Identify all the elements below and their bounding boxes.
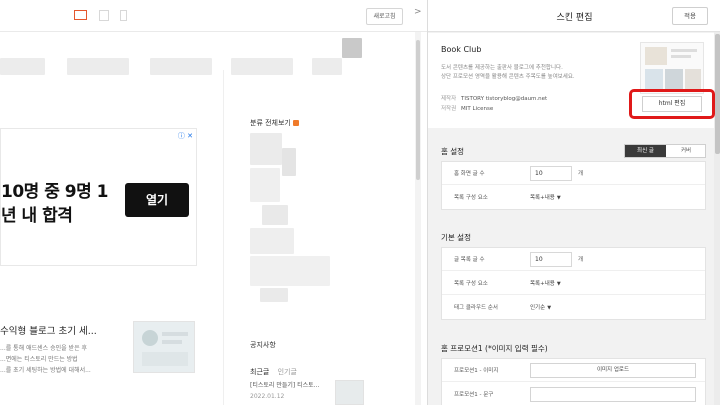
promo-text-input[interactable] (530, 387, 696, 402)
setting-label: 목록 구성 요소 (454, 281, 488, 287)
blurred-category (250, 256, 330, 286)
skin-description-line: 상단 프로모션 영역을 활용해 콘텐츠 주목도를 높여보세요. (441, 74, 575, 80)
article-thumbnail[interactable] (133, 321, 195, 373)
chevron-down-icon: ▼ (547, 305, 552, 311)
skin-name: Book Club (441, 45, 482, 54)
pc-view-icon[interactable] (74, 10, 87, 20)
blurred-nav-item (231, 58, 293, 75)
tablet-view-icon[interactable] (99, 10, 109, 21)
blurred-search-icon[interactable] (342, 38, 362, 58)
html-edit-highlight: html 편집 (629, 89, 715, 119)
skin-editor-panel: 스킨 편집 적용 Book Club 도서 콘텐츠를 제공하는 출판사 블로그에… (427, 0, 720, 405)
home-mode-toggle: 최신 글 커버 (624, 144, 706, 158)
home-settings-box: 홈 화면 글 수 10 개 목록 구성 요소 목록+내용 ▼ (441, 161, 706, 210)
article-title[interactable]: 수익형 블로그 초기 세... (0, 323, 97, 337)
apply-button[interactable]: 적용 (672, 7, 708, 25)
preview-scrollbar-thumb[interactable] (416, 40, 420, 180)
toggle-latest-posts[interactable]: 최신 글 (625, 145, 666, 157)
setting-row: 목록 구성 요소 목록+내용 ▼ (442, 186, 705, 209)
skin-thumbnail (640, 42, 704, 94)
setting-label: 홈 화면 글 수 (454, 171, 485, 177)
license-key: 저작권 (441, 106, 457, 112)
notice-heading[interactable]: 공지사항 (250, 340, 276, 350)
blurred-category (260, 288, 288, 302)
tab-popular-posts[interactable]: 인기글 (278, 368, 297, 376)
sidebar-divider (223, 70, 224, 405)
promo-settings-box: 프로모션1 - 이미지 이미지 업로드 프로모션1 - 문구 (441, 358, 706, 405)
basic-settings-title: 기본 설정 (441, 233, 471, 242)
tag-cloud-order-select[interactable]: 인기순 ▼ (530, 303, 551, 311)
unit-label: 개 (578, 171, 584, 177)
ad-headline: 10명 중 9명 1 (1, 182, 109, 202)
select-value: 목록+내용 (530, 281, 555, 287)
setting-row: 프로모션1 - 문구 (442, 383, 705, 405)
skin-description: 도서 콘텐츠를 제공하는 출판사 블로그에 추천합니다. 상단 프로모션 영역을… (441, 64, 575, 82)
setting-row: 글 목록 글 수 10 개 (442, 248, 705, 271)
blurred-category (282, 148, 296, 176)
promo-settings-title: 홈 프로모션1 (*이미지 입력 필수) (441, 344, 548, 353)
refresh-button[interactable]: 새로고침 (366, 8, 403, 25)
maker-key: 제작자 (441, 96, 457, 102)
new-badge-icon (292, 119, 299, 126)
setting-row: 태그 클라우드 순서 인기순 ▼ (442, 296, 705, 319)
setting-row: 목록 구성 요소 목록+내용 ▼ (442, 272, 705, 295)
setting-label: 프로모션1 - 이미지 (454, 368, 499, 374)
html-edit-button[interactable]: html 편집 (642, 96, 702, 112)
home-post-count-input[interactable]: 10 (530, 166, 572, 181)
editor-header: 스킨 편집 적용 (428, 0, 720, 32)
list-elements-select[interactable]: 목록+내용 ▼ (530, 279, 561, 287)
ad-choices-icon[interactable]: ⓘ ✕ (178, 131, 193, 141)
list-elements-select[interactable]: 목록+내용 ▼ (530, 193, 561, 201)
collapse-panel-icon[interactable]: > (414, 7, 422, 17)
category-heading[interactable]: 분류 전체보기 (250, 118, 299, 128)
unit-label: 개 (578, 257, 584, 263)
blurred-category (250, 228, 294, 254)
chevron-down-icon: ▼ (556, 281, 561, 287)
list-post-count-input[interactable]: 10 (530, 252, 572, 267)
basic-settings-box: 글 목록 글 수 10 개 목록 구성 요소 목록+내용 ▼ 태그 클라우드 순서… (441, 247, 706, 320)
excerpt-line: ...면에는 티스토리 만드는 방법 (0, 356, 78, 363)
editor-scrollbar-thumb[interactable] (715, 34, 720, 154)
blurred-category (250, 168, 280, 202)
select-value: 목록+내용 (530, 195, 555, 201)
category-heading-label: 분류 전체보기 (250, 119, 291, 127)
recent-post-title[interactable]: [티스토리 만들기] 티스토... (250, 380, 330, 389)
blurred-category (262, 205, 288, 225)
skin-description-line: 도서 콘텐츠를 제공하는 출판사 블로그에 추천합니다. (441, 65, 563, 71)
mobile-view-icon[interactable] (120, 10, 127, 21)
ad-banner[interactable]: ⓘ ✕ 10명 중 9명 1 년 내 합격 열기 (0, 128, 197, 266)
home-settings-title: 홈 설정 (441, 147, 465, 156)
license-value: MIT License (461, 106, 494, 112)
setting-label: 프로모션1 - 문구 (454, 392, 494, 398)
preview-toolbar: 새로고침 > (0, 0, 427, 32)
recent-post-thumbnail[interactable] (335, 380, 364, 405)
setting-label: 태그 클라우드 순서 (454, 305, 498, 311)
blurred-nav-item (67, 58, 129, 75)
setting-row: 홈 화면 글 수 10 개 (442, 162, 705, 185)
ad-headline: 년 내 합격 (1, 206, 73, 226)
ad-open-button[interactable]: 열기 (125, 183, 189, 217)
blog-preview: 새로고침 > ⓘ ✕ 10명 중 9명 1 년 내 합격 열기 수익형 블로그 … (0, 0, 427, 405)
maker-value: TISTORY tistoryblog@daum.net (461, 96, 548, 102)
blurred-nav-item (312, 58, 342, 75)
chevron-down-icon: ▼ (556, 195, 561, 201)
excerpt-line: ...를 통해 애드센스 승인을 받은 후 (0, 345, 88, 352)
toggle-cover[interactable]: 커버 (666, 145, 706, 157)
image-upload-button[interactable]: 이미지 업로드 (530, 363, 696, 378)
blurred-nav-item (150, 58, 212, 75)
excerpt-line: ...를 초기 세팅하는 방법에 대해서... (0, 367, 91, 374)
blurred-nav-item (0, 58, 45, 75)
recent-posts-tabs: 최근글 인기글 (250, 367, 303, 377)
article-excerpt: ...를 통해 애드센스 승인을 받은 후 ...면에는 티스토리 만드는 방법… (0, 343, 120, 376)
skin-meta: 제작자 TISTORY tistoryblog@daum.net 저작권 MIT L… (441, 94, 547, 114)
blurred-category (250, 133, 282, 165)
setting-row: 프로모션1 - 이미지 이미지 업로드 (442, 359, 705, 382)
tab-recent-posts[interactable]: 최근글 (250, 368, 269, 376)
select-value: 인기순 (530, 305, 546, 311)
setting-label: 글 목록 글 수 (454, 257, 485, 263)
recent-post-date: 2022.01.12 (250, 393, 285, 400)
setting-label: 목록 구성 요소 (454, 195, 488, 201)
